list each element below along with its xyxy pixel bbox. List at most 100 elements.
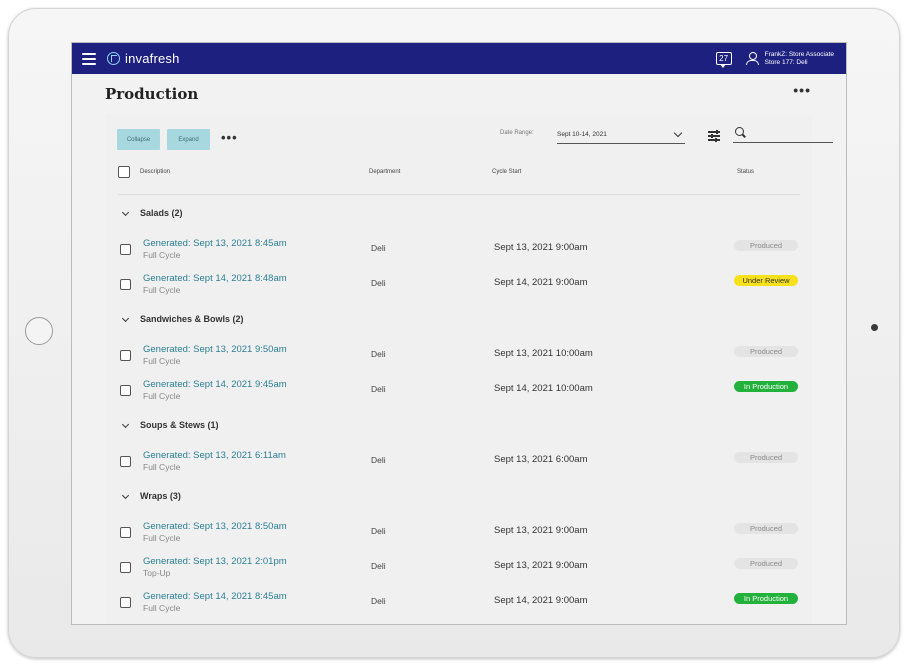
row-cycle-start: Sept 13, 2021 9:00am bbox=[494, 242, 588, 253]
status-badge: In Production bbox=[734, 381, 798, 392]
chevron-down-icon[interactable] bbox=[121, 314, 130, 323]
row-checkbox[interactable] bbox=[120, 456, 131, 467]
date-range-label: Date Range: bbox=[500, 130, 534, 136]
status-badge: Produced bbox=[734, 240, 798, 251]
row-cycle-type: Full Cycle bbox=[143, 356, 181, 366]
group-label: Wraps (3) bbox=[140, 491, 181, 501]
row-title-link[interactable]: Generated: Sept 14, 2021 8:45am bbox=[143, 591, 287, 602]
status-badge: Under Review bbox=[734, 275, 798, 286]
status-badge: Produced bbox=[734, 558, 798, 569]
group-salads[interactable]: Salads (2) bbox=[120, 195, 812, 231]
table-header: Description Department Cycle Start Statu… bbox=[118, 164, 800, 195]
table-row: Generated: Sept 14, 2021 8:48am Full Cyc… bbox=[106, 266, 812, 301]
hamburger-menu-icon[interactable] bbox=[82, 52, 96, 65]
row-cycle-type: Full Cycle bbox=[143, 285, 181, 295]
table-row: Generated: Sept 13, 2021 6:11am Full Cyc… bbox=[106, 443, 812, 478]
date-range-select[interactable]: Sept 10-14, 2021 bbox=[557, 126, 685, 144]
select-all-checkbox[interactable] bbox=[118, 166, 130, 178]
group-label: Salads (2) bbox=[140, 208, 183, 218]
row-cycle-start: Sept 14, 2021 10:00am bbox=[494, 383, 593, 394]
topbar-right: 27 FrankZ: Store Associate Store 177: De… bbox=[715, 43, 834, 74]
row-cycle-type: Full Cycle bbox=[143, 603, 181, 613]
table-row: Generated: Sept 13, 2021 2:01pm Top-Up D… bbox=[106, 549, 812, 584]
row-cycle-type: Full Cycle bbox=[143, 391, 181, 401]
column-header-status[interactable]: Status bbox=[737, 169, 754, 175]
expand-button[interactable]: Expand bbox=[167, 129, 210, 150]
row-cycle-start: Sept 13, 2021 9:00am bbox=[494, 560, 588, 571]
row-cycle-start: Sept 14, 2021 9:00am bbox=[494, 277, 588, 288]
row-title-link[interactable]: Generated: Sept 13, 2021 2:01pm bbox=[143, 556, 287, 567]
row-department: Deli bbox=[371, 278, 386, 288]
brand-name[interactable]: invafresh bbox=[125, 51, 180, 66]
row-title-link[interactable]: Generated: Sept 14, 2021 9:45am bbox=[143, 379, 287, 390]
date-range-value: Sept 10-14, 2021 bbox=[557, 131, 607, 138]
row-cycle-type: Full Cycle bbox=[143, 250, 181, 260]
table-row: Generated: Sept 13, 2021 9:50am Full Cyc… bbox=[106, 337, 812, 372]
row-title-link[interactable]: Generated: Sept 14, 2021 8:48am bbox=[143, 273, 287, 284]
app-screen: invafresh 27 FrankZ: Store Associate Sto… bbox=[71, 42, 847, 625]
row-department: Deli bbox=[371, 596, 386, 606]
chevron-down-icon[interactable] bbox=[121, 208, 130, 217]
group-wraps[interactable]: Wraps (3) bbox=[120, 478, 812, 514]
row-title-link[interactable]: Generated: Sept 13, 2021 8:50am bbox=[143, 521, 287, 532]
row-title-link[interactable]: Generated: Sept 13, 2021 9:50am bbox=[143, 344, 287, 355]
row-cycle-start: Sept 14, 2021 9:00am bbox=[494, 595, 588, 606]
notification-count: 27 bbox=[719, 54, 729, 63]
group-label: Soups & Stews (1) bbox=[140, 420, 219, 430]
row-cycle-type: Full Cycle bbox=[143, 462, 181, 472]
home-button[interactable] bbox=[25, 317, 53, 345]
row-title-link[interactable]: Generated: Sept 13, 2021 8:45am bbox=[143, 238, 287, 249]
toolbar-more-icon[interactable]: ••• bbox=[221, 130, 238, 145]
top-nav-bar: invafresh 27 FrankZ: Store Associate Sto… bbox=[72, 43, 846, 74]
row-cycle-start: Sept 13, 2021 10:00am bbox=[494, 348, 593, 359]
chevron-down-icon bbox=[673, 128, 683, 138]
group-sandwiches-bowls[interactable]: Sandwiches & Bowls (2) bbox=[120, 301, 812, 337]
status-badge: In Production bbox=[734, 593, 798, 604]
notifications-icon[interactable]: 27 bbox=[715, 52, 732, 68]
row-cycle-start: Sept 13, 2021 6:00am bbox=[494, 454, 588, 465]
page-title: Production bbox=[105, 85, 199, 103]
row-cycle-start: Sept 13, 2021 9:00am bbox=[494, 525, 588, 536]
row-checkbox[interactable] bbox=[120, 279, 131, 290]
user-role: FrankZ: Store Associate bbox=[764, 51, 834, 58]
filter-icon[interactable] bbox=[708, 130, 720, 142]
collapse-button[interactable]: Collapse bbox=[117, 129, 160, 150]
brand-logo-icon bbox=[107, 52, 120, 65]
table-row: Generated: Sept 14, 2021 8:45am Full Cyc… bbox=[106, 584, 812, 619]
camera-dot bbox=[871, 324, 878, 331]
row-checkbox[interactable] bbox=[120, 350, 131, 361]
row-department: Deli bbox=[371, 561, 386, 571]
row-cycle-type: Full Cycle bbox=[143, 533, 181, 543]
row-department: Deli bbox=[371, 455, 386, 465]
row-department: Deli bbox=[371, 243, 386, 253]
page-header: Production ••• bbox=[72, 74, 846, 112]
group-soups-stews[interactable]: Soups & Stews (1) bbox=[120, 407, 812, 443]
row-checkbox[interactable] bbox=[120, 244, 131, 255]
column-header-description[interactable]: Description bbox=[140, 169, 170, 175]
row-department: Deli bbox=[371, 349, 386, 359]
column-header-department[interactable]: Department bbox=[369, 169, 400, 175]
user-store: Store 177: Deli bbox=[764, 58, 808, 66]
column-header-cycle-start[interactable]: Cycle Start bbox=[492, 169, 521, 175]
chevron-down-icon[interactable] bbox=[121, 491, 130, 500]
row-checkbox[interactable] bbox=[120, 597, 131, 608]
row-checkbox[interactable] bbox=[120, 562, 131, 573]
user-icon[interactable] bbox=[745, 52, 759, 65]
table-row: Generated: Sept 13, 2021 8:45am Full Cyc… bbox=[106, 231, 812, 266]
status-badge: Produced bbox=[734, 523, 798, 534]
row-title-link[interactable]: Generated: Sept 13, 2021 6:11am bbox=[143, 450, 286, 461]
search-icon[interactable] bbox=[735, 127, 744, 136]
search-input[interactable] bbox=[749, 126, 833, 142]
production-card: Collapse Expand ••• Date Range: Sept 10-… bbox=[106, 114, 833, 624]
row-checkbox[interactable] bbox=[120, 527, 131, 538]
row-checkbox[interactable] bbox=[120, 385, 131, 396]
chevron-down-icon[interactable] bbox=[121, 420, 130, 429]
status-badge: Produced bbox=[734, 452, 798, 463]
search-box bbox=[733, 125, 833, 143]
table-row: Generated: Sept 13, 2021 8:50am Full Cyc… bbox=[106, 514, 812, 549]
row-department: Deli bbox=[371, 384, 386, 394]
status-badge: Produced bbox=[734, 346, 798, 357]
row-department: Deli bbox=[371, 526, 386, 536]
page-more-icon[interactable]: ••• bbox=[793, 82, 811, 98]
user-info[interactable]: FrankZ: Store Associate Store 177: Deli bbox=[765, 51, 834, 66]
